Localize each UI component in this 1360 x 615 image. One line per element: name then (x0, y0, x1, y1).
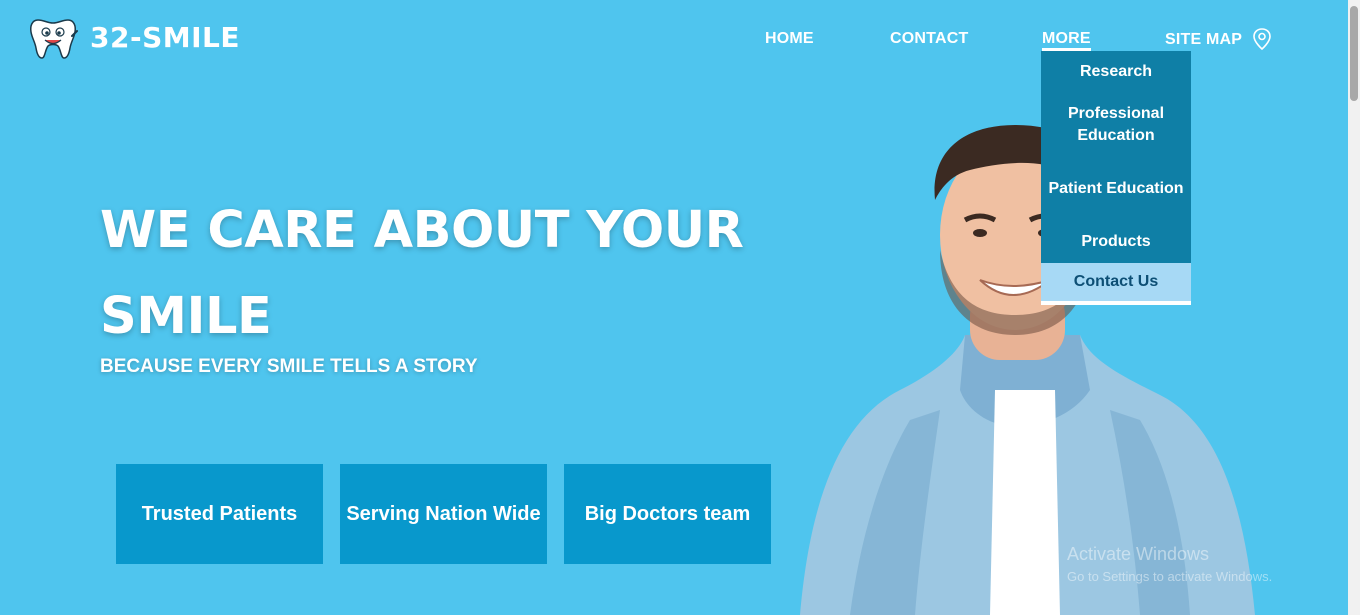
nav-site-map[interactable]: SITE MAP (1165, 28, 1272, 50)
watermark-title: Activate Windows (1067, 544, 1210, 564)
feature-card-big-doctors-team[interactable]: Big Doctors team (564, 464, 771, 564)
scrollbar-thumb[interactable] (1350, 6, 1358, 101)
hero-title: WE CARE ABOUT YOUR SMILE (100, 201, 744, 346)
dropdown-item-patient-education[interactable]: Patient Education (1041, 157, 1191, 221)
more-dropdown-menu: Research Professional Education Patient … (1041, 51, 1191, 305)
nav-more[interactable]: MORE (1042, 30, 1091, 51)
dropdown-item-products[interactable]: Products (1041, 221, 1191, 263)
page-scrollbar[interactable] (1348, 0, 1360, 615)
dropdown-item-research[interactable]: Research (1041, 51, 1191, 93)
nav-contact[interactable]: CONTACT (890, 30, 968, 48)
activate-windows-watermark: Activate Windows Go to Settings to activ… (1067, 544, 1272, 584)
location-pin-icon (1253, 28, 1271, 50)
feature-card-trusted-patients[interactable]: Trusted Patients (116, 464, 323, 564)
dropdown-item-professional-education[interactable]: Professional Education (1041, 93, 1191, 157)
dropdown-item-contact-us[interactable]: Contact Us (1041, 263, 1191, 301)
watermark-subtitle: Go to Settings to activate Windows. (1067, 569, 1273, 584)
nav-site-map-label: SITE MAP (1165, 31, 1243, 48)
hero-subtitle: BECAUSE EVERY SMILE TELLS A STORY (100, 356, 478, 377)
nav-home[interactable]: HOME (765, 30, 814, 48)
feature-card-serving-nation-wide[interactable]: Serving Nation Wide (340, 464, 547, 564)
